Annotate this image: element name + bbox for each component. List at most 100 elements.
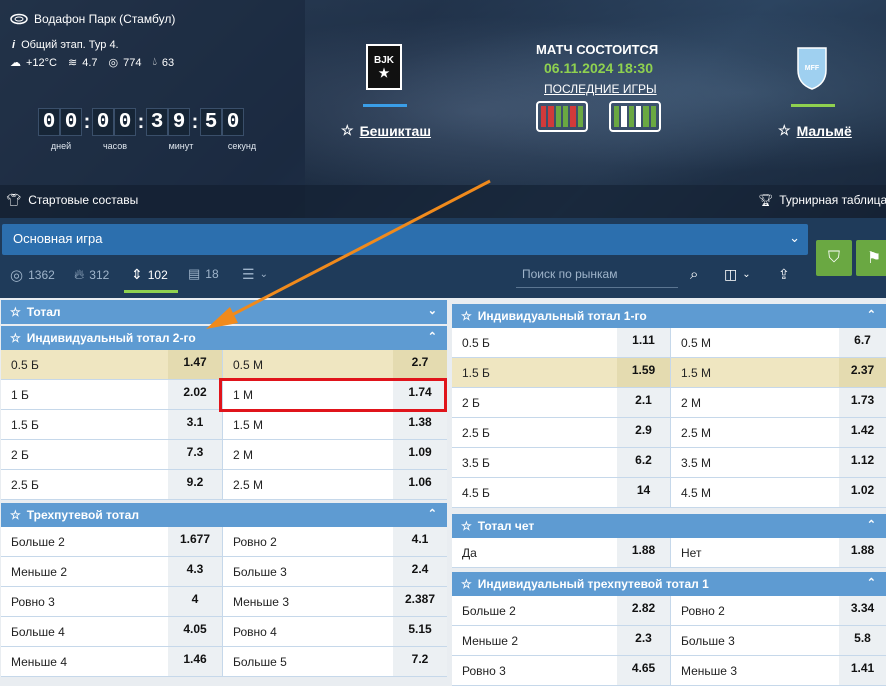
outcome-label[interactable]: 0.5 М xyxy=(223,358,263,372)
odds-value[interactable]: 2.387 xyxy=(393,587,447,616)
odds-value[interactable]: 1.38 xyxy=(393,410,447,439)
outcome-label[interactable]: 3.5 М xyxy=(671,456,711,470)
section-ind-total-2[interactable]: ☆ Индивидуальный тотал 2-го ⌃ xyxy=(1,326,447,350)
outcome-cell[interactable]: 0.5 Б 1.11 xyxy=(452,328,671,357)
outcome-label[interactable]: 0.5 М xyxy=(671,336,711,350)
outcome-cell[interactable]: Меньше 4 1.46 xyxy=(1,647,223,676)
filter-totals[interactable]: ⇕ 102 xyxy=(131,266,168,283)
section-ind-total-1[interactable]: ☆ Индивидуальный тотал 1-го ⌃ xyxy=(452,304,886,328)
outcome-label[interactable]: 1 Б xyxy=(1,388,29,402)
outcome-label[interactable]: Ровно 3 xyxy=(452,664,506,678)
chevron-up-icon[interactable]: ⌃ xyxy=(867,308,876,321)
outcome-cell[interactable]: 1.5 М 1.38 xyxy=(223,410,447,439)
outcome-cell[interactable]: 0.5 Б 1.47 xyxy=(1,350,223,379)
star-icon[interactable]: ☆ xyxy=(341,122,354,139)
outcome-label[interactable]: Ровно 2 xyxy=(671,604,725,618)
standings-label[interactable]: Турнирная таблица xyxy=(779,193,886,207)
outcome-cell[interactable]: 1.5 Б 3.1 xyxy=(1,410,223,439)
collapse-button[interactable]: ⇪ xyxy=(778,266,790,283)
odds-value[interactable]: 2.7 xyxy=(393,350,447,379)
outcome-label[interactable]: 2.5 М xyxy=(223,478,263,492)
away-team-name[interactable]: Мальмё xyxy=(797,123,852,139)
outcome-label[interactable]: 2.5 М xyxy=(671,426,711,440)
outcome-cell[interactable]: Меньше 2 4.3 xyxy=(1,557,223,586)
home-team-name[interactable]: Бешикташ xyxy=(360,123,431,139)
away-form[interactable] xyxy=(609,101,661,132)
odds-value[interactable]: 4.3 xyxy=(168,557,222,586)
home-form[interactable] xyxy=(536,101,588,132)
chevron-up-icon[interactable]: ⌃ xyxy=(867,576,876,589)
star-icon[interactable]: ☆ xyxy=(10,508,21,522)
market-search-input[interactable]: Поиск по рынкам xyxy=(516,262,678,288)
odds-value[interactable]: 1.46 xyxy=(168,647,222,676)
outcome-cell[interactable]: Больше 3 5.8 xyxy=(671,626,886,655)
star-icon[interactable]: ☆ xyxy=(10,305,21,319)
outcome-cell[interactable]: 4.5 Б 14 xyxy=(452,478,671,507)
outcome-label[interactable]: 1.5 Б xyxy=(452,366,490,380)
outcome-cell[interactable]: 0.5 М 2.7 xyxy=(223,350,447,379)
outcome-cell[interactable]: Меньше 2 2.3 xyxy=(452,626,671,655)
outcome-label[interactable]: 1.5 М xyxy=(671,366,711,380)
section-total-even[interactable]: ☆ Тотал чет ⌃ xyxy=(452,514,886,538)
odds-value[interactable]: 1.02 xyxy=(839,478,886,507)
outcome-label[interactable]: Да xyxy=(452,546,477,560)
lineups-label[interactable]: Стартовые составы xyxy=(28,193,138,207)
odds-value[interactable]: 3.1 xyxy=(168,410,222,439)
outcome-label[interactable]: 2.5 Б xyxy=(452,426,490,440)
outcome-cell[interactable]: 2 М 1.09 xyxy=(223,440,447,469)
filter-popular[interactable]: 🔥︎ 312 xyxy=(74,266,109,283)
outcome-label[interactable]: Больше 5 xyxy=(223,655,287,669)
outcome-cell[interactable]: Нет 1.88 xyxy=(671,538,886,567)
outcome-cell[interactable]: Меньше 3 2.387 xyxy=(223,587,447,616)
outcome-label[interactable]: Ровно 2 xyxy=(223,535,277,549)
filter-totals-count[interactable]: 102 xyxy=(148,268,168,282)
outcome-label[interactable]: 3.5 Б xyxy=(452,456,490,470)
outcome-label[interactable]: 0.5 Б xyxy=(452,336,490,350)
star-icon[interactable]: ☆ xyxy=(461,519,472,533)
outcome-cell[interactable]: 3.5 Б 6.2 xyxy=(452,448,671,477)
odds-value[interactable]: 4.05 xyxy=(168,617,222,646)
lineups-link[interactable]: 👕︎ Стартовые составы xyxy=(6,193,138,207)
outcome-label[interactable]: Ровно 3 xyxy=(1,595,55,609)
outcome-label[interactable]: Меньше 3 xyxy=(223,595,289,609)
odds-value[interactable]: 7.3 xyxy=(168,440,222,469)
outcome-label[interactable]: Меньше 2 xyxy=(1,565,67,579)
search-button[interactable]: ⌕ xyxy=(690,266,698,283)
odds-value[interactable]: 2.4 xyxy=(393,557,447,586)
odds-value[interactable]: 2.9 xyxy=(617,418,670,447)
outcome-label[interactable]: 2 Б xyxy=(1,448,29,462)
outcome-label[interactable]: Меньше 4 xyxy=(1,655,67,669)
outcome-cell[interactable]: Ровно 2 3.34 xyxy=(671,596,886,625)
odds-value[interactable]: 1.47 xyxy=(168,350,222,379)
outcome-cell[interactable]: 4.5 М 1.02 xyxy=(671,478,886,507)
odds-value[interactable]: 5.8 xyxy=(839,626,886,655)
outcome-label[interactable]: 2 М xyxy=(223,448,253,462)
chevron-up-icon[interactable]: ⌃ xyxy=(428,330,437,343)
odds-value[interactable]: 6.7 xyxy=(839,328,886,357)
outcome-label[interactable]: 2 М xyxy=(671,396,701,410)
odds-value[interactable]: 1.12 xyxy=(839,448,886,477)
outcome-label[interactable]: 1.5 Б xyxy=(1,418,39,432)
odds-value[interactable]: 1.09 xyxy=(393,440,447,469)
star-icon[interactable]: ☆ xyxy=(10,331,21,345)
main-game-select[interactable]: Основная игра ⌄ xyxy=(2,224,808,255)
odds-value[interactable]: 2.37 xyxy=(839,358,886,387)
outcome-label[interactable]: Больше 2 xyxy=(452,604,516,618)
chevron-up-icon[interactable]: ⌃ xyxy=(867,518,876,531)
outcome-cell[interactable]: Больше 5 7.2 xyxy=(223,647,447,676)
outcome-cell[interactable]: Больше 3 2.4 xyxy=(223,557,447,586)
odds-value[interactable]: 1.88 xyxy=(839,538,886,567)
odds-value[interactable]: 4.1 xyxy=(393,527,447,556)
outcome-cell[interactable]: Больше 2 1.677 xyxy=(1,527,223,556)
odds-value[interactable]: 5.15 xyxy=(393,617,447,646)
outcome-cell[interactable]: Ровно 2 4.1 xyxy=(223,527,447,556)
section-total[interactable]: ☆ Тотал ⌄ xyxy=(1,300,447,324)
odds-value[interactable]: 1.11 xyxy=(617,328,670,357)
filter-all-count[interactable]: 1362 xyxy=(28,268,55,282)
outcome-cell[interactable]: 3.5 М 1.12 xyxy=(671,448,886,477)
filter-stats-count[interactable]: 18 xyxy=(205,267,218,281)
odds-value[interactable]: 1.677 xyxy=(168,527,222,556)
main-game-label[interactable]: Основная игра xyxy=(13,231,102,246)
odds-value[interactable]: 4 xyxy=(168,587,222,616)
home-team[interactable]: ☆ Бешикташ xyxy=(341,122,431,139)
